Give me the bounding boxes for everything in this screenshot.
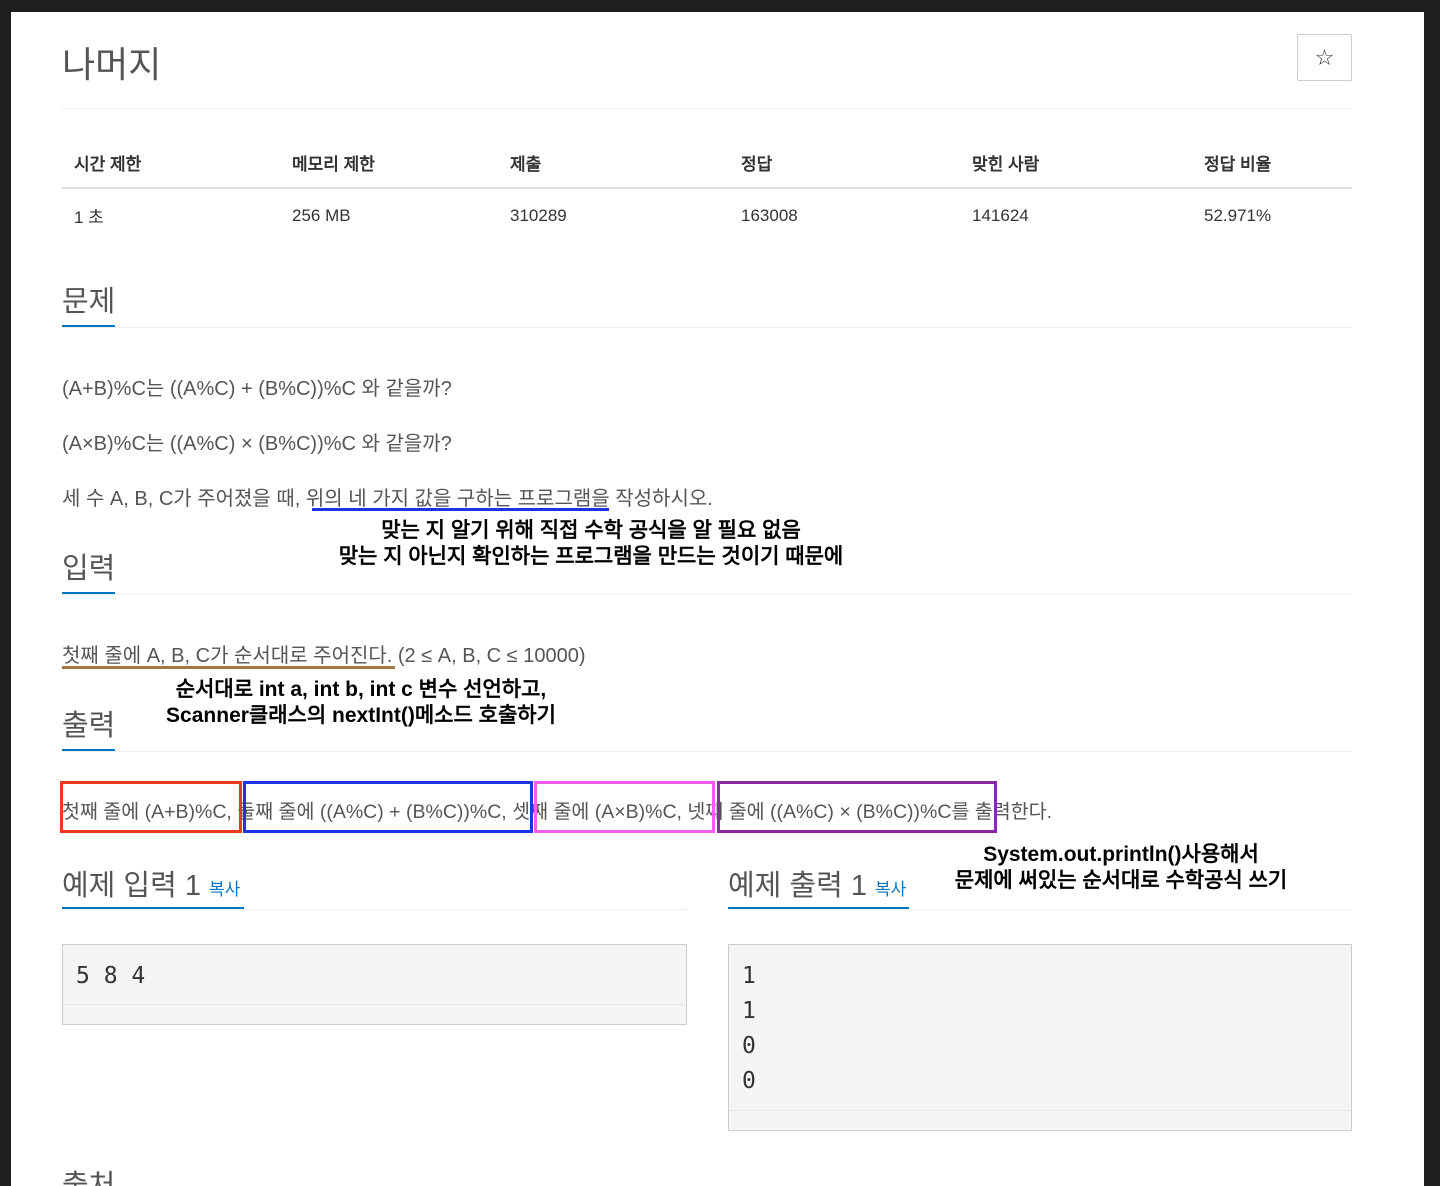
stats-header: 정답 비율 xyxy=(1192,142,1352,189)
annotation-line: 맞는 지 알기 위해 직접 수학 공식을 알 필요 없음 xyxy=(381,519,801,542)
sample-input-heading: 예제 입력 1 복사 xyxy=(62,862,240,904)
problem-line-text: 세 수 A, B, C가 주어졌을 때, xyxy=(62,488,306,510)
divider xyxy=(728,909,1352,910)
stats-header: 맞힌 사람 xyxy=(960,142,1192,189)
annotation-line: System.out.println()사용해서 xyxy=(983,843,1259,866)
stats-header: 메모리 제한 xyxy=(280,142,498,189)
problem-line-text: 을 작성하시오. xyxy=(591,488,713,510)
stats-header: 정답 xyxy=(729,142,960,189)
annotation-line: 맞는 지 아닌지 확인하는 프로그램을 만드는 것이기 때문에 xyxy=(338,545,844,568)
divider xyxy=(62,909,687,910)
highlight-box-4 xyxy=(717,781,997,833)
input-heading: 입력 xyxy=(62,553,116,585)
stats-cell: 256 MB xyxy=(292,205,351,225)
stats-value-row: 1 초 256 MB 310289 163008 141624 52.971% xyxy=(62,188,1352,238)
problem-annotation-underline xyxy=(312,508,609,511)
input-annotation-underline xyxy=(62,666,395,669)
sample-output-box[interactable]: 1 1 0 0 xyxy=(728,944,1352,1131)
sample-output-content: 1 1 0 0 xyxy=(742,963,756,1094)
source-heading: 출처 xyxy=(62,1170,116,1186)
stats-cell: 163008 xyxy=(741,205,798,225)
input-line-text: (2 ≤ A, B, C ≤ 10000) xyxy=(392,645,586,667)
output-annotation: System.out.println()사용해서 문제에 써있는 순서대로 수학… xyxy=(936,842,1306,894)
page-title: 나머지 xyxy=(62,44,162,85)
problem-annotation: 맞는 지 알기 위해 직접 수학 공식을 알 필요 없음 맞는 지 아닌지 확인… xyxy=(311,518,871,570)
divider xyxy=(62,751,1352,752)
problem-page: 나머지 ☆ 시간 제한 메모리 제한 제출 정답 맞힌 사람 정답 비율 1 초… xyxy=(11,12,1424,1186)
input-line: 첫째 줄에 A, B, C가 순서대로 주어진다. (2 ≤ A, B, C ≤… xyxy=(62,639,586,668)
sample-input-copy-link[interactable]: 복사 xyxy=(209,880,240,899)
sample-input-content: 5 8 4 xyxy=(76,963,146,989)
star-button[interactable]: ☆ xyxy=(1297,34,1352,81)
input-annotation: 순서대로 int a, int b, int c 변수 선언하고, Scanne… xyxy=(141,677,581,729)
stats-table: 시간 제한 메모리 제한 제출 정답 맞힌 사람 정답 비율 1 초 256 M… xyxy=(62,142,1352,238)
stats-cell: 310289 xyxy=(510,205,567,225)
scrollbar-track[interactable] xyxy=(729,1110,1351,1130)
sample-input-box[interactable]: 5 8 4 xyxy=(62,944,687,1025)
annotation-line: Scanner클래스의 nextInt()메소드 호출하기 xyxy=(166,704,556,727)
output-heading: 출력 xyxy=(62,710,116,742)
divider xyxy=(62,108,1352,109)
sample-output-copy-link[interactable]: 복사 xyxy=(875,880,906,899)
annotation-line: 문제에 써있는 순서대로 수학공식 쓰기 xyxy=(954,869,1288,892)
problem-line: (A+B)%C는 ((A%C) + (B%C))%C 와 같을까? xyxy=(62,378,452,400)
divider xyxy=(62,327,1352,328)
stats-header-row: 시간 제한 메모리 제한 제출 정답 맞힌 사람 정답 비율 xyxy=(62,142,1352,189)
stats-header: 제출 xyxy=(498,142,729,189)
highlight-box-3 xyxy=(534,781,715,833)
sample-output-title: 예제 출력 1 xyxy=(728,870,867,902)
input-marked-text: 첫째 줄에 A, B, C가 순서대로 주어진다. xyxy=(62,645,393,667)
scrollbar-track[interactable] xyxy=(63,1004,686,1024)
sample-input-title: 예제 입력 1 xyxy=(62,870,201,902)
stats-cell: 141624 xyxy=(972,205,1029,225)
star-icon: ☆ xyxy=(1314,44,1335,70)
highlight-box-1 xyxy=(60,781,242,833)
problem-heading: 문제 xyxy=(62,286,116,318)
stats-header: 시간 제한 xyxy=(62,142,280,189)
problem-marked-text: 위의 네 가지 값을 구하는 프로그램 xyxy=(305,488,592,510)
highlight-box-2 xyxy=(243,781,533,833)
problem-line: (A×B)%C는 ((A%C) × (B%C))%C 와 같을까? xyxy=(62,433,452,455)
stats-cell: 1 초 xyxy=(74,208,104,227)
stats-cell: 52.971% xyxy=(1204,205,1272,225)
annotation-line: 순서대로 int a, int b, int c 변수 선언하고, xyxy=(175,678,547,701)
divider xyxy=(62,594,1352,595)
problem-line: 세 수 A, B, C가 주어졌을 때, 위의 네 가지 값을 구하는 프로그램… xyxy=(62,482,713,511)
sample-output-heading: 예제 출력 1 복사 xyxy=(728,862,906,904)
